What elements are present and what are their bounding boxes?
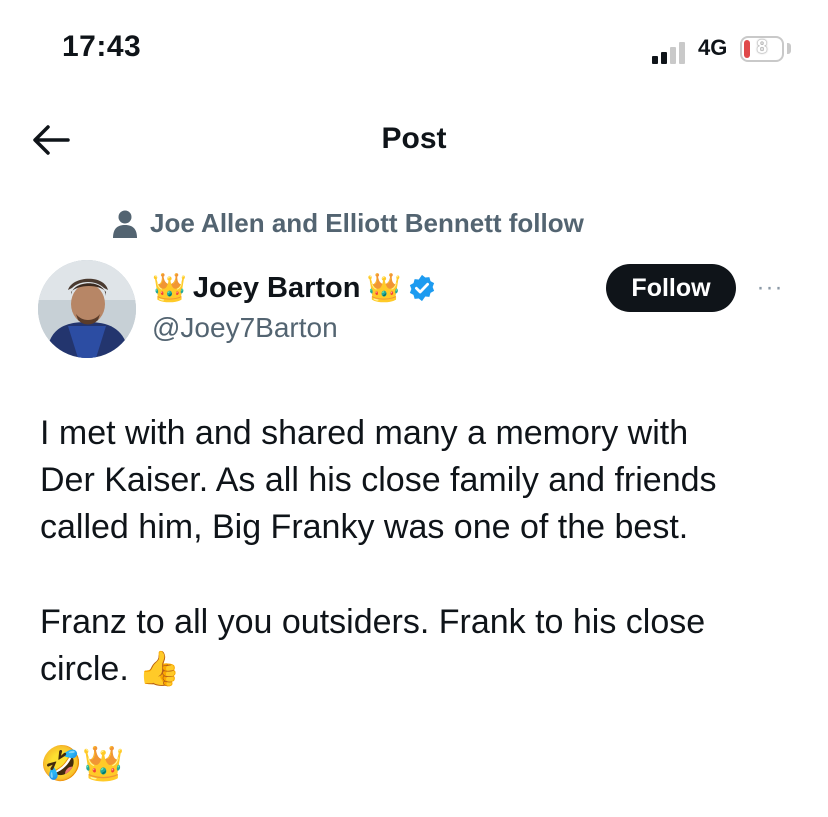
tweet-line: I met with and shared many a memory with xyxy=(40,414,689,452)
tweet-text: I met with and shared many a memory with… xyxy=(40,410,800,788)
tweet-line: Franz to all you outsiders. Frank to his… xyxy=(40,603,706,641)
verified-badge-icon xyxy=(407,273,437,303)
tweet-line-text: circle. xyxy=(40,650,129,688)
more-options-icon[interactable]: ··· xyxy=(752,270,788,306)
avatar[interactable] xyxy=(38,260,136,358)
author-handle[interactable]: @Joey7Barton xyxy=(152,312,338,344)
social-context-text[interactable]: Joe Allen and Elliott Bennett follow xyxy=(150,208,584,239)
tweet-line: called him, Big Franky was one of the be… xyxy=(40,508,689,546)
network-type: 4G xyxy=(698,35,728,60)
thumbs-up-emoji: 👍 xyxy=(138,650,181,688)
crown-emoji: 👑 xyxy=(366,272,402,303)
person-icon xyxy=(112,208,138,240)
author-line: 👑 Joey Barton 👑 xyxy=(152,268,437,308)
tweet-line: circle. 👍 xyxy=(40,646,800,693)
cellular-signal-icon xyxy=(652,40,692,64)
crown-emoji: 👑 xyxy=(152,272,187,303)
status-time: 17:43 xyxy=(62,30,142,63)
battery-level: 8 xyxy=(756,37,768,58)
page-title: Post xyxy=(381,122,447,155)
author-name[interactable]: Joey Barton xyxy=(193,272,361,305)
follow-button[interactable]: Follow xyxy=(606,264,736,312)
battery-icon: 8 xyxy=(740,36,784,62)
battery-cap xyxy=(787,43,791,54)
tweet-line: Der Kaiser. As all his close family and … xyxy=(40,461,717,499)
laughing-crown-emojis: 🤣👑 xyxy=(40,745,125,783)
